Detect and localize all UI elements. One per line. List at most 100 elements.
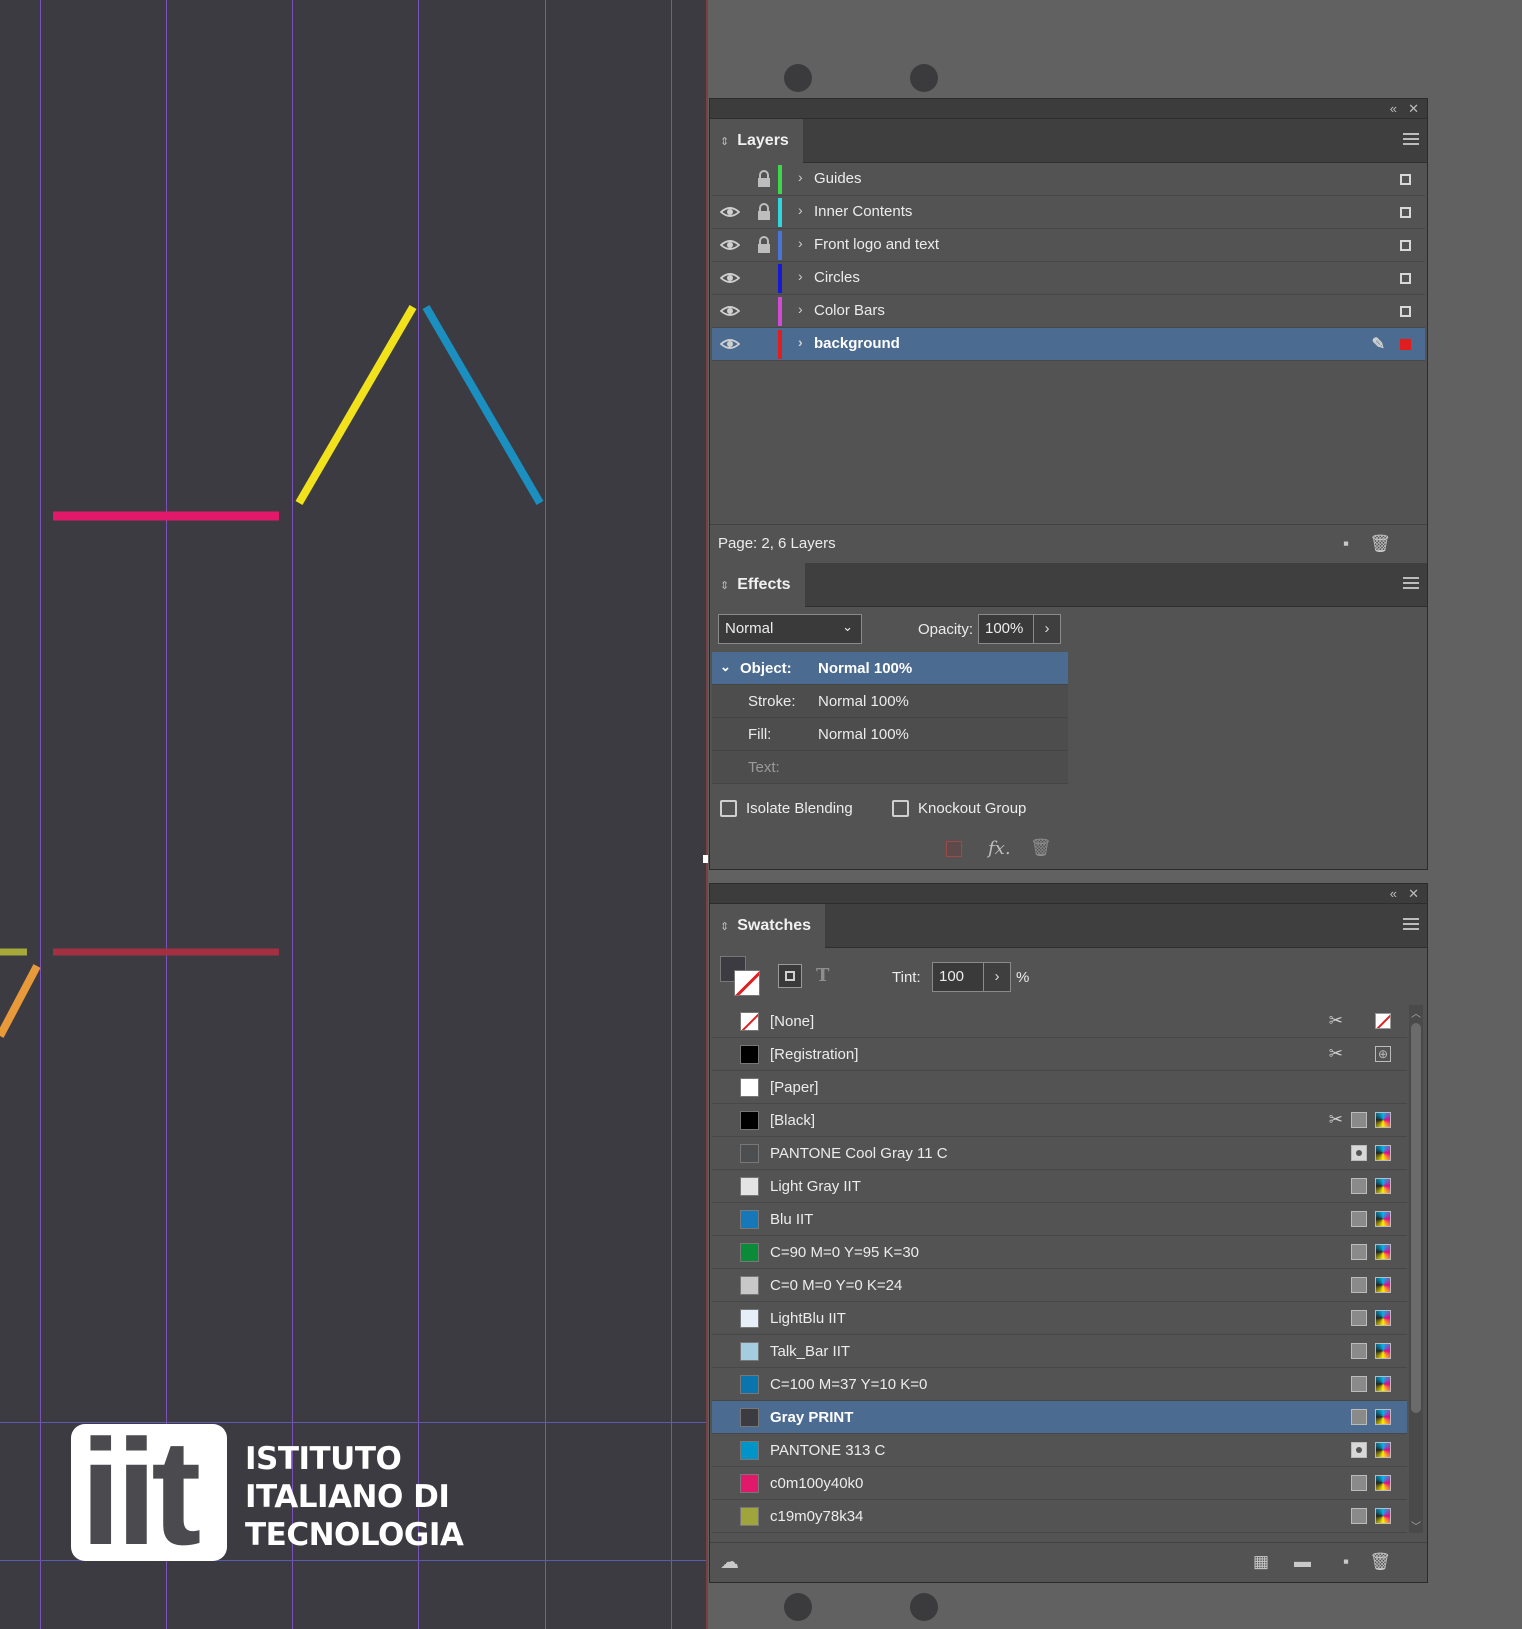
layer-selection-square[interactable] [1400, 273, 1411, 284]
panel-titlebar[interactable]: « ✕ [710, 99, 1427, 119]
tint-arrow-button[interactable]: › [983, 962, 1011, 992]
pasteboard-circle [784, 1593, 812, 1621]
layer-selection-square[interactable] [1400, 339, 1411, 350]
swatch-name: Gray PRINT [770, 1409, 854, 1426]
swatch-scrollbar[interactable]: ︿ ﹀ [1409, 1005, 1423, 1533]
lock-toggle[interactable] [756, 335, 772, 353]
orange-line-fragment[interactable] [0, 964, 41, 1038]
eye-icon[interactable] [720, 302, 740, 320]
knockout-group-checkbox[interactable] [892, 800, 909, 817]
lock-icon[interactable] [756, 203, 772, 221]
swatch-row[interactable]: LightBlu IIT [712, 1302, 1407, 1335]
pasteboard-circle [910, 1593, 938, 1621]
swatch-row[interactable]: C=100 M=37 Y=10 K=0 [712, 1368, 1407, 1401]
no-edit-icon: ✂ [1328, 1011, 1343, 1030]
layer-selection-square[interactable] [1400, 240, 1411, 251]
swatch-row[interactable]: Talk_Bar IIT [712, 1335, 1407, 1368]
swatch-row[interactable]: PANTONE 313 C [712, 1434, 1407, 1467]
layer-row[interactable]: › Color Bars [712, 295, 1425, 328]
chevron-right-icon[interactable]: › [798, 334, 803, 350]
chevron-right-icon[interactable]: › [798, 202, 803, 218]
eye-icon[interactable] [720, 269, 740, 287]
layer-row[interactable]: › background ✎ [712, 328, 1425, 361]
lock-toggle[interactable] [756, 302, 772, 320]
eye-icon[interactable] [720, 236, 740, 254]
yellow-line[interactable] [295, 304, 417, 506]
swatch-chip [740, 1144, 759, 1163]
panel-menu-icon[interactable] [1403, 133, 1419, 147]
chevron-right-icon[interactable]: › [798, 235, 803, 251]
swatch-chip [740, 1474, 759, 1493]
layer-name: Guides [814, 170, 862, 187]
new-swatch-icon[interactable]: ▪ [1343, 1552, 1349, 1572]
swatch-row[interactable]: C=0 M=0 Y=0 K=24 [712, 1269, 1407, 1302]
panel-menu-icon[interactable] [1403, 918, 1419, 932]
swatch-row[interactable]: [None] ✂ [712, 1005, 1407, 1038]
trash-icon[interactable]: 🗑 [1369, 534, 1391, 554]
swatch-row[interactable]: [Paper] [712, 1071, 1407, 1104]
tab-layers[interactable]: ⇕ Layers [710, 119, 803, 163]
close-icon[interactable]: ✕ [1408, 100, 1419, 118]
collapse-icon[interactable]: « [1390, 885, 1397, 903]
scroll-thumb[interactable] [1411, 1023, 1421, 1413]
visibility-toggle[interactable] [720, 170, 740, 188]
cloud-icon[interactable]: ☁ [720, 1551, 739, 1574]
layer-selection-square[interactable] [1400, 174, 1411, 185]
swatch-row[interactable]: Light Gray IIT [712, 1170, 1407, 1203]
trash-icon[interactable]: 🗑 [1030, 838, 1052, 858]
cmyk-mode-icon [1375, 1442, 1391, 1458]
fx-icon[interactable]: fx. [988, 838, 1011, 859]
trash-icon[interactable]: 🗑 [1369, 1552, 1391, 1572]
folder-icon[interactable]: ▬ [1294, 1552, 1311, 1572]
effects-row-stroke[interactable]: Stroke: Normal 100% [712, 685, 1068, 718]
swatch-view-icon[interactable]: ▦ [1253, 1552, 1269, 1572]
swatch-row[interactable]: Gray PRINT [712, 1401, 1407, 1434]
isolate-blending-checkbox[interactable] [720, 800, 737, 817]
swatch-row[interactable]: C=90 M=0 Y=95 K=30 [712, 1236, 1407, 1269]
swatch-row[interactable]: Blu IIT [712, 1203, 1407, 1236]
swatch-row[interactable]: c19m0y78k34 [712, 1500, 1407, 1533]
swatch-row[interactable]: [Black] ✂ [712, 1104, 1407, 1137]
effects-row-fill[interactable]: Fill: Normal 100% [712, 718, 1068, 751]
swatch-row[interactable]: PANTONE Cool Gray 11 C [712, 1137, 1407, 1170]
swatch-chip [740, 1507, 759, 1526]
effects-row-object[interactable]: ⌄ Object: Normal 100% [712, 652, 1068, 685]
container-format-icon[interactable] [778, 964, 802, 988]
panel-titlebar[interactable]: « ✕ [710, 884, 1427, 904]
eye-icon[interactable] [720, 335, 740, 353]
new-layer-icon[interactable]: ▪ [1343, 534, 1349, 554]
tab-swatches[interactable]: ⇕ Swatches [710, 904, 826, 948]
close-icon[interactable]: ✕ [1408, 885, 1419, 903]
layer-row[interactable]: › Guides [712, 163, 1425, 196]
collapse-icon[interactable]: « [1390, 100, 1397, 118]
scroll-up-icon[interactable]: ︿ [1411, 1005, 1421, 1020]
lock-icon[interactable] [756, 236, 772, 254]
chevron-right-icon[interactable]: › [798, 268, 803, 284]
eye-icon[interactable] [720, 203, 740, 221]
layer-row[interactable]: › Front logo and text [712, 229, 1425, 262]
clear-effects-icon[interactable] [946, 841, 962, 857]
chevron-right-icon[interactable]: › [798, 169, 803, 185]
tint-input[interactable]: 100 [932, 962, 984, 992]
layer-row[interactable]: › Inner Contents [712, 196, 1425, 229]
layer-selection-square[interactable] [1400, 207, 1411, 218]
scroll-down-icon[interactable]: ﹀ [1411, 1518, 1421, 1533]
swatch-row[interactable]: [Registration] ✂ ⊕ [712, 1038, 1407, 1071]
layer-selection-square[interactable] [1400, 306, 1411, 317]
panel-menu-icon[interactable] [1403, 577, 1419, 591]
effects-row-text[interactable]: Text: [712, 751, 1068, 784]
lock-icon[interactable] [756, 170, 772, 188]
blue-line[interactable] [422, 304, 544, 506]
opacity-input[interactable]: 100% [978, 614, 1034, 644]
lock-toggle[interactable] [756, 269, 772, 287]
document-canvas[interactable]: iit ISTITUTO ITALIANO DI TECNOLOGIA [0, 0, 708, 1629]
logo-glyphs: iit [80, 1408, 201, 1576]
layer-row[interactable]: › Circles [712, 262, 1425, 295]
chevron-right-icon[interactable]: › [798, 301, 803, 317]
blend-mode-select[interactable]: Normal ⌄ [718, 614, 862, 644]
stroke-swatch-icon[interactable] [734, 970, 760, 996]
tab-effects[interactable]: ⇕ Effects [710, 563, 805, 607]
text-format-icon[interactable]: T [816, 965, 829, 986]
swatch-row[interactable]: c0m100y40k0 [712, 1467, 1407, 1500]
opacity-arrow-button[interactable]: › [1033, 614, 1061, 644]
